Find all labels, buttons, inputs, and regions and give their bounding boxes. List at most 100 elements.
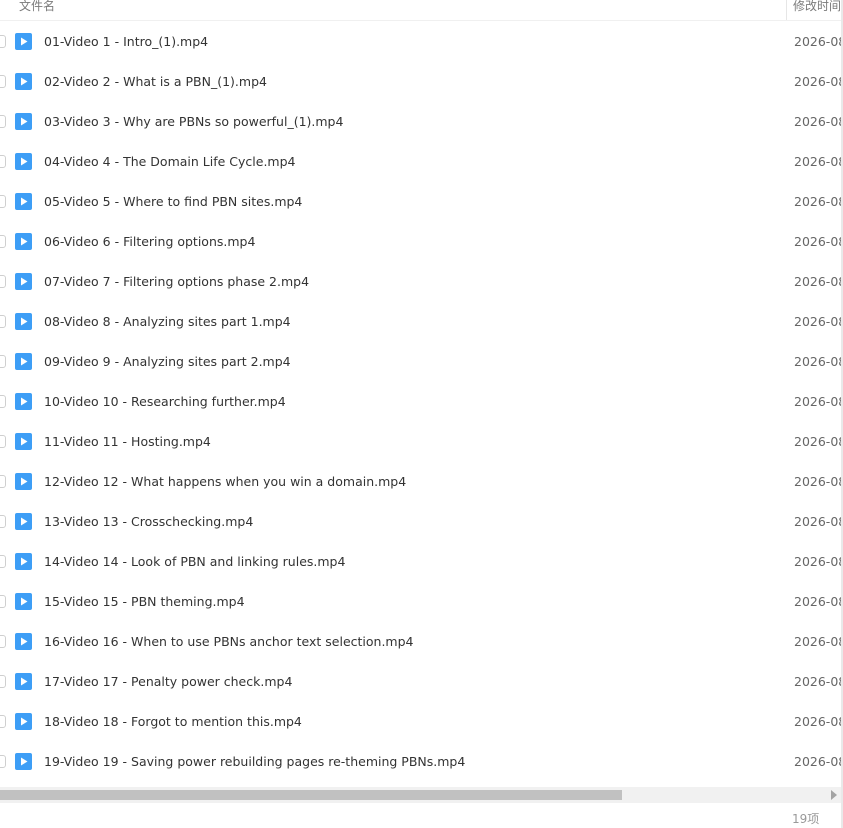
file-name[interactable]: 13-Video 13 - Crosschecking.mp4: [44, 514, 253, 529]
file-modified-date: 2026-08: [794, 594, 843, 609]
row-checkbox[interactable]: [0, 235, 6, 248]
file-name[interactable]: 15-Video 15 - PBN theming.mp4: [44, 594, 245, 609]
file-row[interactable]: 01-Video 1 - Intro_(1).mp4 2026-08: [0, 21, 843, 61]
file-modified-date: 2026-08: [794, 674, 843, 689]
file-row[interactable]: 08-Video 8 - Analyzing sites part 1.mp4 2…: [0, 301, 843, 341]
file-row[interactable]: 15-Video 15 - PBN theming.mp4 2026-08: [0, 581, 843, 621]
video-file-icon: [15, 673, 32, 690]
row-checkbox[interactable]: [0, 435, 6, 448]
file-name[interactable]: 19-Video 19 - Saving power rebuilding pa…: [44, 754, 465, 769]
file-row[interactable]: 17-Video 17 - Penalty power check.mp4 202…: [0, 661, 843, 701]
video-file-icon: [15, 233, 32, 250]
video-file-icon: [15, 113, 32, 130]
file-row[interactable]: 03-Video 3 - Why are PBNs so powerful_(1…: [0, 101, 843, 141]
file-modified-date: 2026-08: [794, 114, 843, 129]
file-name[interactable]: 05-Video 5 - Where to find PBN sites.mp4: [44, 194, 302, 209]
video-file-icon: [15, 313, 32, 330]
file-name[interactable]: 11-Video 11 - Hosting.mp4: [44, 434, 211, 449]
item-count: 19项: [792, 812, 820, 826]
file-row[interactable]: 02-Video 2 - What is a PBN_(1).mp4 2026-0…: [0, 61, 843, 101]
row-checkbox[interactable]: [0, 35, 6, 48]
file-row[interactable]: 19-Video 19 - Saving power rebuilding pa…: [0, 741, 843, 781]
file-name[interactable]: 04-Video 4 - The Domain Life Cycle.mp4: [44, 154, 296, 169]
file-row[interactable]: 07-Video 7 - Filtering options phase 2.m…: [0, 261, 843, 301]
file-modified-date: 2026-08: [794, 634, 843, 649]
row-checkbox[interactable]: [0, 475, 6, 488]
row-checkbox[interactable]: [0, 555, 6, 568]
video-file-icon: [15, 513, 32, 530]
file-modified-date: 2026-08: [794, 434, 843, 449]
file-row[interactable]: 14-Video 14 - Look of PBN and linking ru…: [0, 541, 843, 581]
column-header-bar: 文件名 修改时间: [0, 0, 843, 21]
column-divider[interactable]: [786, 0, 787, 20]
row-checkbox[interactable]: [0, 195, 6, 208]
row-checkbox[interactable]: [0, 355, 6, 368]
file-modified-date: 2026-08: [794, 154, 843, 169]
file-name[interactable]: 08-Video 8 - Analyzing sites part 1.mp4: [44, 314, 291, 329]
video-file-icon: [15, 433, 32, 450]
file-modified-date: 2026-08: [794, 714, 843, 729]
row-checkbox[interactable]: [0, 515, 6, 528]
row-checkbox[interactable]: [0, 275, 6, 288]
video-file-icon: [15, 273, 32, 290]
file-row[interactable]: 18-Video 18 - Forgot to mention this.mp4…: [0, 701, 843, 741]
row-checkbox[interactable]: [0, 115, 6, 128]
file-modified-date: 2026-08: [794, 74, 843, 89]
file-name[interactable]: 02-Video 2 - What is a PBN_(1).mp4: [44, 74, 267, 89]
file-modified-date: 2026-08: [794, 394, 843, 409]
file-name[interactable]: 06-Video 6 - Filtering options.mp4: [44, 234, 255, 249]
video-file-icon: [15, 753, 32, 770]
file-modified-date: 2026-08: [794, 554, 843, 569]
file-modified-date: 2026-08: [794, 194, 843, 209]
video-file-icon: [15, 553, 32, 570]
file-modified-date: 2026-08: [794, 274, 843, 289]
row-checkbox[interactable]: [0, 635, 6, 648]
row-checkbox[interactable]: [0, 395, 6, 408]
file-name[interactable]: 03-Video 3 - Why are PBNs so powerful_(1…: [44, 114, 343, 129]
file-list: 01-Video 1 - Intro_(1).mp4 2026-08 02-Vide…: [0, 21, 843, 786]
file-modified-date: 2026-08: [794, 314, 843, 329]
file-modified-date: 2026-08: [794, 514, 843, 529]
video-file-icon: [15, 193, 32, 210]
scroll-right-arrow-icon[interactable]: [831, 790, 837, 800]
column-header-modified[interactable]: 修改时间: [793, 0, 841, 13]
video-file-icon: [15, 353, 32, 370]
file-name[interactable]: 18-Video 18 - Forgot to mention this.mp4: [44, 714, 302, 729]
file-name[interactable]: 17-Video 17 - Penalty power check.mp4: [44, 674, 292, 689]
file-name[interactable]: 09-Video 9 - Analyzing sites part 2.mp4: [44, 354, 291, 369]
file-modified-date: 2026-08: [794, 354, 843, 369]
file-row[interactable]: 12-Video 12 - What happens when you win …: [0, 461, 843, 501]
file-row[interactable]: 04-Video 4 - The Domain Life Cycle.mp4 20…: [0, 141, 843, 181]
file-modified-date: 2026-08: [794, 474, 843, 489]
file-row[interactable]: 16-Video 16 - When to use PBNs anchor te…: [0, 621, 843, 661]
video-file-icon: [15, 473, 32, 490]
file-name[interactable]: 12-Video 12 - What happens when you win …: [44, 474, 406, 489]
video-file-icon: [15, 633, 32, 650]
horizontal-scrollbar[interactable]: [0, 787, 841, 803]
scrollbar-thumb[interactable]: [0, 790, 622, 800]
file-modified-date: 2026-08: [794, 754, 843, 769]
file-row[interactable]: 10-Video 10 - Researching further.mp4 202…: [0, 381, 843, 421]
row-checkbox[interactable]: [0, 755, 6, 768]
file-name[interactable]: 01-Video 1 - Intro_(1).mp4: [44, 34, 208, 49]
file-name[interactable]: 10-Video 10 - Researching further.mp4: [44, 394, 286, 409]
file-row[interactable]: 06-Video 6 - Filtering options.mp4 2026-0…: [0, 221, 843, 261]
file-row[interactable]: 09-Video 9 - Analyzing sites part 2.mp4 2…: [0, 341, 843, 381]
column-header-name[interactable]: 文件名: [19, 0, 55, 13]
file-row[interactable]: 05-Video 5 - Where to find PBN sites.mp4…: [0, 181, 843, 221]
video-file-icon: [15, 393, 32, 410]
video-file-icon: [15, 593, 32, 610]
row-checkbox[interactable]: [0, 715, 6, 728]
row-checkbox[interactable]: [0, 675, 6, 688]
row-checkbox[interactable]: [0, 595, 6, 608]
file-name[interactable]: 14-Video 14 - Look of PBN and linking ru…: [44, 554, 345, 569]
row-checkbox[interactable]: [0, 315, 6, 328]
row-checkbox[interactable]: [0, 155, 6, 168]
file-modified-date: 2026-08: [794, 234, 843, 249]
row-checkbox[interactable]: [0, 75, 6, 88]
file-row[interactable]: 13-Video 13 - Crosschecking.mp4 2026-08: [0, 501, 843, 541]
file-list-window: 文件名 修改时间 01-Video 1 - Intro_(1).mp4 2026-…: [0, 0, 843, 828]
file-name[interactable]: 16-Video 16 - When to use PBNs anchor te…: [44, 634, 413, 649]
file-name[interactable]: 07-Video 7 - Filtering options phase 2.m…: [44, 274, 309, 289]
file-row[interactable]: 11-Video 11 - Hosting.mp4 2026-08: [0, 421, 843, 461]
